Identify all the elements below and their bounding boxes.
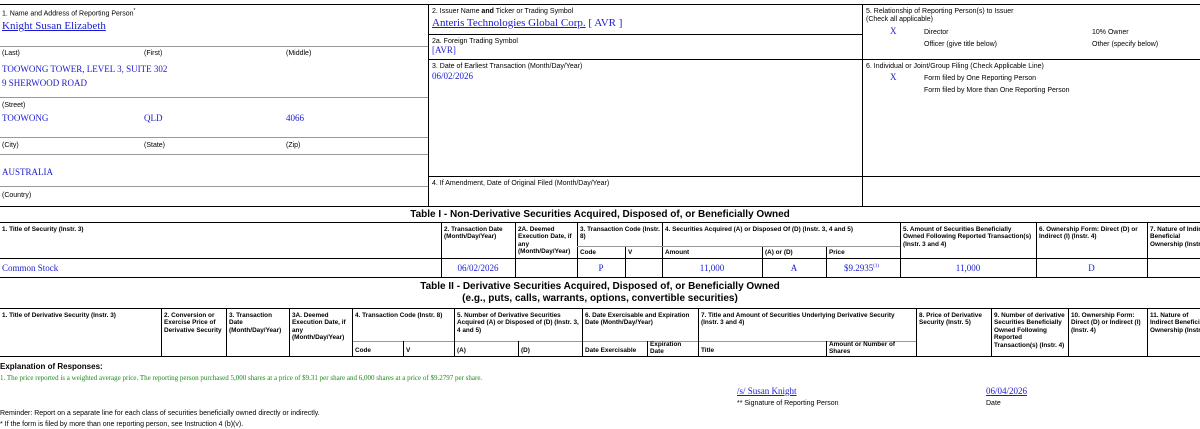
other-label: Other (specify below) xyxy=(1092,41,1159,48)
address-line1: TOOWONG TOWER, LEVEL 3, SUITE 302 xyxy=(2,64,168,74)
director-checkbox[interactable]: X xyxy=(890,26,897,36)
director-label: Director xyxy=(924,29,949,36)
zip-label: (Zip) xyxy=(286,142,301,149)
t1-col-v: V xyxy=(628,249,633,256)
first-label: (First) xyxy=(144,50,163,57)
t2-col-conversion: 2. Conversion or Exercise Price of Deriv… xyxy=(164,312,222,334)
t2-col-title: 1. Title of Derivative Security (Instr. … xyxy=(2,312,116,319)
box4-label: 4. If Amendment, Date of Original Filed … xyxy=(432,180,610,187)
box2-label: 2. Issuer Name and Ticker or Trading Sym… xyxy=(432,8,574,15)
t2-col-deemed: 3A. Deemed Execution Date, if any (Month… xyxy=(292,312,346,342)
t2-col-price: 8. Price of Derivative Security (Instr. … xyxy=(919,312,982,327)
t2-sub-expiration: Expiration Date xyxy=(650,341,682,356)
t1-col-amount: Amount xyxy=(665,249,690,256)
t2-col-underlying: 7. Title and Amount of Securities Underl… xyxy=(701,312,895,327)
earliest-transaction-date: 06/02/2026 xyxy=(432,71,474,81)
t1-col-deemed: 2A. Deemed Execution Date, if any (Month… xyxy=(518,226,572,256)
row-a-or-d: A xyxy=(790,263,798,273)
box6-label: 6. Individual or Joint/Group Filing (Che… xyxy=(866,63,1044,70)
row-security-title: Common Stock xyxy=(2,263,59,273)
t2-sub-code: Code xyxy=(355,347,371,354)
row-transaction-date: 06/02/2026 xyxy=(457,263,499,273)
signature-value: /s/ Susan Knight xyxy=(737,386,797,396)
row-owned: 11,000 xyxy=(955,263,981,273)
row-ownership-form: D xyxy=(1088,263,1095,273)
signature-label: ** Signature of Reporting Person xyxy=(737,400,839,407)
country-value: AUSTRALIA xyxy=(2,167,53,177)
country-label: (Country) xyxy=(2,192,32,199)
row-amount: 11,000 xyxy=(699,263,725,273)
street-label: (Street) xyxy=(2,102,26,109)
t1-col-code-sub: Code xyxy=(580,249,596,256)
ten-pct-owner-label: 10% Owner xyxy=(1092,29,1129,36)
foreign-symbol: [AVR] xyxy=(432,45,456,55)
price-footnote[interactable]: (1) xyxy=(873,264,879,269)
t1-col-title: 1. Title of Security (Instr. 3) xyxy=(2,226,84,233)
t1-col-acquired: 4. Securities Acquired (A) or Disposed O… xyxy=(665,226,853,233)
t2-col-exercisable: 6. Date Exercisable and Expiration Date … xyxy=(585,312,690,327)
t2-sub-exercisable: Date Exercisable xyxy=(585,347,637,354)
t2-col-date: 3. Transaction Date (Month/Day/Year) xyxy=(229,312,282,334)
t2-col-number: 5. Number of Derivative Securities Acqui… xyxy=(457,312,579,334)
box5-label: 5. Relationship of Reporting Person(s) t… xyxy=(866,8,1014,15)
table1-title: Table I - Non-Derivative Securities Acqu… xyxy=(410,209,790,220)
t1-col-nature: 7. Nature of Indirect Beneficial Ownersh… xyxy=(1150,226,1200,248)
box3-label: 3. Date of Earliest Transaction (Month/D… xyxy=(432,63,583,70)
city-value: TOOWONG xyxy=(2,113,49,123)
multi-person-label: Form filed by More than One Reporting Pe… xyxy=(924,87,1070,94)
instruction-text: * If the form is filed by more than one … xyxy=(0,421,244,428)
t2-sub-a: (A) xyxy=(457,347,466,354)
t1-col-code: 3. Transaction Code (Instr. 8) xyxy=(580,226,660,241)
t2-col-code: 4. Transaction Code (Instr. 8) xyxy=(355,312,443,319)
state-value: QLD xyxy=(144,113,163,123)
signature-date: 06/04/2026 xyxy=(986,386,1028,396)
address-line2: 9 SHERWOOD ROAD xyxy=(2,78,88,88)
zip-value: 4066 xyxy=(286,113,304,123)
footnote-1: 1. The price reported is a weighted aver… xyxy=(0,374,483,382)
t2-col-form: 10. Ownership Form: Direct (D) or Indire… xyxy=(1071,312,1141,334)
t2-sub-title: Title xyxy=(701,347,715,354)
t2-sub-v: V xyxy=(406,347,411,354)
middle-label: (Middle) xyxy=(286,50,312,57)
box5-sublabel: (Check all applicable) xyxy=(866,16,933,23)
row-price: $9.2935(1) xyxy=(844,263,880,273)
state-label: (State) xyxy=(144,142,166,149)
ticker-symbol: AVR xyxy=(594,17,617,29)
reminder-text: Reminder: Report on a separate line for … xyxy=(0,410,320,417)
one-person-label: Form filed by One Reporting Person xyxy=(924,75,1037,82)
reporting-person-name[interactable]: Knight Susan Elizabeth xyxy=(2,20,106,32)
issuer-name-link[interactable]: Anteris Technologies Global Corp. xyxy=(432,17,586,29)
box1-label: 1. Name and Address of Reporting Person* xyxy=(2,8,136,18)
t2-sub-d: (D) xyxy=(521,347,530,354)
one-person-checkbox[interactable]: X xyxy=(890,72,897,82)
box2a-label: 2a. Foreign Trading Symbol xyxy=(432,38,518,45)
date-label: Date xyxy=(986,400,1001,407)
officer-label: Officer (give title below) xyxy=(924,41,998,48)
t1-col-owned: 5. Amount of Securities Beneficially Own… xyxy=(903,226,1032,248)
t2-col-nature: 11. Nature of Indirect Beneficial Owners… xyxy=(1150,312,1200,334)
t1-col-a-or-d: (A) or (D) xyxy=(765,249,793,256)
issuer-line: Anteris Technologies Global Corp. [ AVR … xyxy=(432,17,623,29)
t1-col-date: 2. Transaction Date (Month/Day/Year) xyxy=(444,226,503,241)
city-label: (City) xyxy=(2,142,19,149)
explanation-heading: Explanation of Responses: xyxy=(0,362,103,371)
t2-sub-amount: Amount or Number of Shares xyxy=(829,341,896,356)
row-code: P xyxy=(598,263,604,273)
table2-subtitle: (e.g., puts, calls, warrants, options, c… xyxy=(462,293,738,304)
t1-col-form: 6. Ownership Form: Direct (D) or Indirec… xyxy=(1039,226,1138,241)
t2-col-owned: 9. Number of derivative Securities Benef… xyxy=(994,312,1065,349)
table2-title: Table II - Derivative Securities Acquire… xyxy=(420,281,780,292)
t1-col-price: Price xyxy=(829,249,845,256)
last-label: (Last) xyxy=(2,50,20,57)
